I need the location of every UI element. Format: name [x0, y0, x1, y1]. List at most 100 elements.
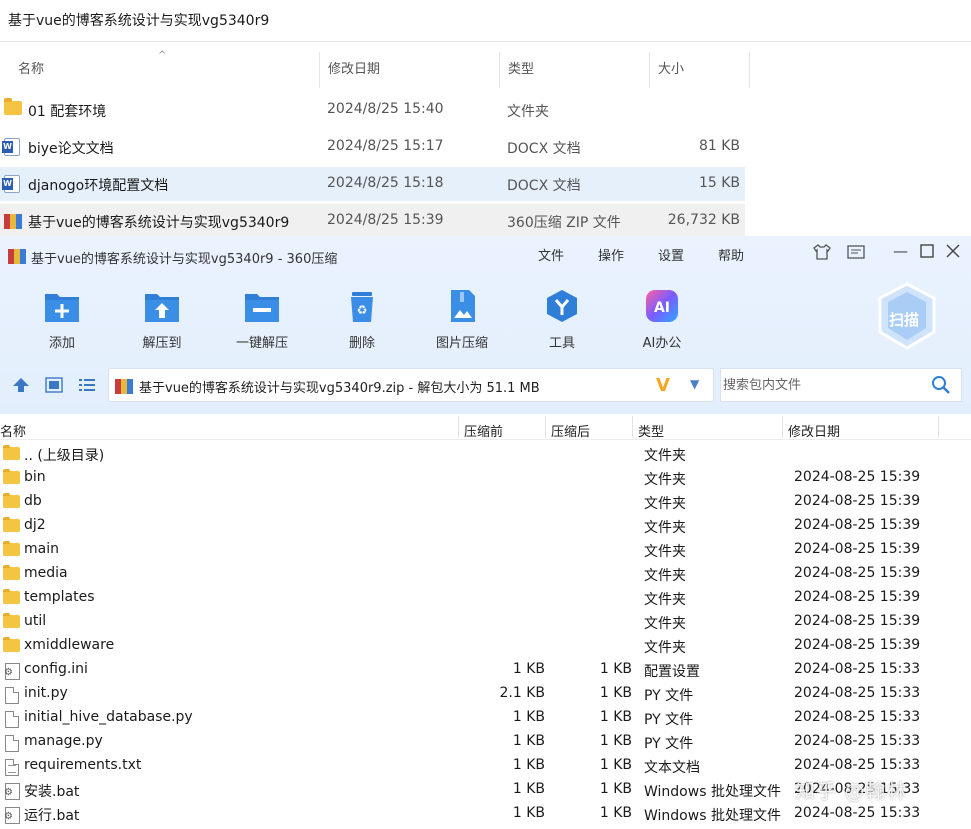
- list-item[interactable]: xmiddleware 文件夹 2024-08-25 15:39: [0, 634, 940, 658]
- recycle-bin-icon: ♻: [343, 288, 381, 324]
- list-item[interactable]: 运行.bat 1 KB 1 KB Windows 批处理文件 2024-08-2…: [0, 802, 940, 826]
- column-type[interactable]: 类型: [638, 421, 664, 440]
- list-item[interactable]: manage.py 1 KB 1 KB PY 文件 2024-08-25 15:…: [0, 730, 940, 754]
- column-size[interactable]: 大小: [650, 52, 750, 88]
- divider: [545, 416, 546, 438]
- archive-path-field[interactable]: 基于vue的博客系统设计与实现vg5340r9.zip - 解包大小为 51.1…: [108, 368, 714, 402]
- search-input[interactable]: [723, 375, 923, 395]
- item-size-before: 1 KB: [512, 781, 545, 797]
- item-size-after: 1 KB: [599, 709, 632, 725]
- list-item[interactable]: util 文件夹 2024-08-25 15:39: [0, 610, 940, 634]
- extract-to-button[interactable]: 解压到: [122, 284, 202, 356]
- search-box: [720, 368, 962, 402]
- explorer-row[interactable]: djanogo环境配置文档 2024/8/25 15:18 DOCX 文档 15…: [0, 167, 745, 201]
- list-item[interactable]: init.py 2.1 KB 1 KB PY 文件 2024-08-25 15:…: [0, 682, 940, 706]
- archive-path-text: 基于vue的博客系统设计与实现vg5340r9.zip - 解包大小为 51.1…: [139, 381, 540, 396]
- delete-label: 删除: [348, 336, 375, 351]
- file-type: DOCX 文档: [507, 141, 581, 157]
- zip-window-title: 基于vue的博客系统设计与实现vg5340r9 - 360压缩: [31, 252, 338, 267]
- close-icon[interactable]: [946, 244, 960, 262]
- sort-ascending-icon: ^: [158, 50, 167, 61]
- tools-label: 工具: [548, 336, 575, 351]
- divider: [782, 416, 783, 438]
- file-icon: [5, 735, 19, 752]
- column-before[interactable]: 压缩前: [464, 421, 503, 440]
- scan-button[interactable]: 扫描: [876, 282, 938, 352]
- address-bar: 基于vue的博客系统设计与实现vg5340r9.zip - 解包大小为 51.1…: [0, 364, 971, 406]
- add-button[interactable]: 添加: [22, 284, 102, 356]
- config-file-icon: [4, 663, 20, 680]
- list-item[interactable]: dj2 文件夹 2024-08-25 15:39: [0, 514, 940, 538]
- list-item[interactable]: templates 文件夹 2024-08-25 15:39: [0, 586, 940, 610]
- menu-help[interactable]: 帮助: [718, 245, 744, 264]
- list-item[interactable]: .. (上级目录) 文件夹: [0, 442, 940, 466]
- up-arrow-icon[interactable]: [12, 377, 30, 397]
- list-item[interactable]: main 文件夹 2024-08-25 15:39: [0, 538, 940, 562]
- list-item[interactable]: config.ini 1 KB 1 KB 配置设置 2024-08-25 15:…: [0, 658, 940, 682]
- delete-button[interactable]: ♻ 删除: [322, 284, 402, 356]
- explorer-row[interactable]: 基于vue的博客系统设计与实现vg5340r9 2024/8/25 15:39 …: [0, 204, 745, 238]
- column-name[interactable]: 名称: [0, 421, 26, 440]
- batch-file-icon: [4, 807, 20, 824]
- extract-to-icon: [143, 288, 181, 324]
- column-after[interactable]: 压缩后: [551, 421, 590, 440]
- item-type: 文件夹: [644, 496, 686, 512]
- file-size: 26,732 KB: [667, 212, 740, 228]
- item-name: init.py: [24, 685, 68, 701]
- item-size-after: 1 KB: [599, 781, 632, 797]
- file-size: 81 KB: [698, 138, 740, 154]
- item-size-after: 1 KB: [599, 733, 632, 749]
- item-type: PY 文件: [644, 688, 694, 704]
- file-name: 01 配套环境: [28, 104, 107, 120]
- menu-file[interactable]: 文件: [538, 245, 564, 264]
- menu-operate[interactable]: 操作: [598, 245, 624, 264]
- explorer-row[interactable]: 01 配套环境 2024/8/25 15:40 文件夹: [0, 93, 745, 127]
- item-date: 2024-08-25 15:33: [794, 685, 921, 701]
- item-date: 2024-08-25 15:39: [794, 517, 921, 533]
- column-type[interactable]: 类型: [500, 52, 650, 88]
- item-size-after: 1 KB: [599, 805, 632, 821]
- v-logo-icon[interactable]: V: [656, 375, 670, 396]
- list-item[interactable]: media 文件夹 2024-08-25 15:39: [0, 562, 940, 586]
- svg-text:AI: AI: [654, 300, 670, 316]
- image-compress-icon: [443, 288, 481, 324]
- thumbnail-view-icon[interactable]: [45, 377, 63, 397]
- list-item[interactable]: bin 文件夹 2024-08-25 15:39: [0, 466, 940, 490]
- menu-settings[interactable]: 设置: [658, 245, 684, 264]
- minimize-icon[interactable]: —: [893, 242, 908, 260]
- item-name: templates: [24, 589, 95, 605]
- explorer-row[interactable]: biye论文文档 2024/8/25 15:17 DOCX 文档 81 KB: [0, 130, 745, 164]
- item-size-before: 1 KB: [512, 757, 545, 773]
- ai-office-icon: AI: [643, 288, 681, 324]
- maximize-icon[interactable]: [920, 244, 934, 262]
- item-name: db: [24, 493, 42, 509]
- quick-extract-button[interactable]: 一键解压: [222, 284, 302, 356]
- item-date: 2024-08-25 15:39: [794, 589, 921, 605]
- add-label: 添加: [48, 336, 75, 351]
- image-compress-button[interactable]: 图片压缩: [422, 284, 502, 356]
- file-type: DOCX 文档: [507, 178, 581, 194]
- folder-icon: [3, 469, 20, 484]
- tools-button[interactable]: 工具: [522, 284, 602, 356]
- item-name: util: [24, 613, 47, 629]
- item-type: 文件夹: [644, 592, 686, 608]
- item-date: 2024-08-25 15:39: [794, 541, 921, 557]
- item-name: dj2: [24, 517, 46, 533]
- folder-icon: [3, 517, 20, 532]
- divider: [938, 416, 939, 438]
- search-icon[interactable]: [931, 375, 951, 399]
- list-view-icon[interactable]: [78, 377, 96, 397]
- item-date: 2024-08-25 15:33: [794, 805, 921, 821]
- skin-icon[interactable]: [813, 244, 831, 264]
- column-date[interactable]: 修改日期: [320, 52, 500, 88]
- tools-icon: [543, 288, 581, 324]
- ai-office-button[interactable]: AI AI办公: [622, 284, 702, 356]
- svg-text:♻: ♻: [357, 303, 368, 317]
- feedback-icon[interactable]: [847, 244, 865, 264]
- column-date[interactable]: 修改日期: [788, 421, 840, 440]
- list-item[interactable]: db 文件夹 2024-08-25 15:39: [0, 490, 940, 514]
- list-item[interactable]: initial_hive_database.py 1 KB 1 KB PY 文件…: [0, 706, 940, 730]
- chevron-down-icon[interactable]: ▼: [690, 377, 699, 391]
- item-name: initial_hive_database.py: [24, 709, 193, 725]
- item-name: 安装.bat: [24, 784, 80, 800]
